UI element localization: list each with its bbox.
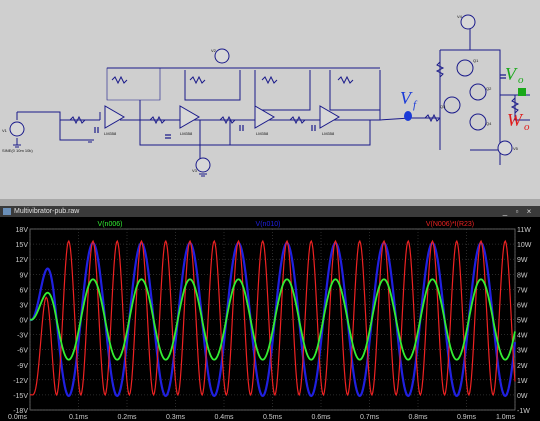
- pane-separator[interactable]: [0, 199, 540, 206]
- y-right-tick-label: 3W: [517, 348, 528, 355]
- x-tick-label: 0.5ms: [263, 414, 283, 421]
- circuit-schematic: V1 V2 V3 V4 V5 LM358 LM358 LM358 LM358 Q…: [2, 14, 530, 177]
- label-v1: V1: [2, 128, 8, 133]
- label-u3: LM358: [256, 131, 269, 136]
- label-q1: Q1: [473, 58, 479, 63]
- y-right-tick-label: 11W: [517, 227, 531, 234]
- label-v4: V4: [457, 14, 463, 19]
- vo-annotation-sub: o: [518, 74, 524, 86]
- vf-annotation-sub: f: [413, 99, 418, 111]
- x-tick-label: 0.6ms: [311, 414, 331, 421]
- y-left-tick-label: 0V: [19, 318, 28, 325]
- trace-legend: V(n006) V(n010) V(N006)*I(R23): [98, 221, 475, 228]
- label-q4: Q4: [486, 121, 492, 126]
- source-v1: [9, 121, 25, 137]
- label-v2: V2: [211, 48, 217, 53]
- source-v3: [195, 157, 211, 173]
- x-tick-label: 0.1ms: [69, 414, 89, 421]
- y-left-tick-label: 12V: [16, 257, 29, 264]
- x-tick-label: 1.0ms: [496, 414, 516, 421]
- y-right-tick-label: 9W: [517, 257, 528, 264]
- y-left-tick-label: 3V: [19, 302, 28, 309]
- wo-annotation: W: [507, 110, 524, 130]
- y-right-tick-label: 4W: [517, 333, 528, 340]
- y-right-tick-label: 5W: [517, 318, 528, 325]
- opamp-u3: [254, 105, 275, 129]
- x-tick-label: 0.4ms: [214, 414, 234, 421]
- x-tick-label: 0.9ms: [457, 414, 477, 421]
- opamp-u2: [179, 105, 200, 129]
- source-v4: [460, 14, 476, 30]
- source-v2: [214, 48, 230, 64]
- label-q2: Q2: [486, 86, 492, 91]
- y-left-tick-label: -6V: [17, 348, 28, 355]
- y-left-tick-label: -12V: [13, 378, 28, 385]
- label-u4: LM358: [322, 131, 335, 136]
- label-source: SINE(0 10m 10k): [2, 148, 33, 153]
- y-right-tick-label: 0W: [517, 393, 528, 400]
- y-left-tick-label: 15V: [16, 242, 29, 249]
- source-v5: [497, 140, 513, 156]
- vf-annotation: V: [400, 88, 413, 108]
- y-right-tick-label: 6W: [517, 302, 528, 309]
- minimize-button[interactable]: _: [500, 207, 510, 216]
- trace-power: [29, 239, 516, 397]
- x-tick-label: 0.2ms: [117, 414, 137, 421]
- y-right-tick-label: 10W: [517, 242, 532, 249]
- y-right-tick-label: 1W: [517, 378, 528, 385]
- y-right-tick-label: 2W: [517, 363, 528, 370]
- y-right-tick-label: 8W: [517, 272, 528, 279]
- y-left-tick-label: 9V: [19, 272, 28, 279]
- x-tick-label: 0.7ms: [360, 414, 380, 421]
- label-v5: V5: [513, 146, 519, 151]
- y-axis-left-ticks: 18V15V12V9V6V3V0V-3V-6V-9V-12V-15V-18V: [13, 227, 28, 415]
- traces: [29, 239, 517, 398]
- schematic-view[interactable]: V1 V2 V3 V4 V5 LM358 LM358 LM358 LM358 Q…: [0, 0, 540, 199]
- y-left-tick-label: 6V: [19, 287, 28, 294]
- waveform-plot[interactable]: 18V15V12V9V6V3V0V-3V-6V-9V-12V-15V-18V 1…: [0, 217, 540, 421]
- opamp-u1: [104, 105, 125, 129]
- y-left-tick-label: -15V: [13, 393, 28, 400]
- x-axis-ticks: 0.0ms 0.1ms 0.2ms 0.3ms 0.4ms 0.5ms 0.6ms 0.7ms…: [8, 414, 515, 421]
- y-right-tick-label: -1W: [517, 408, 530, 415]
- window-title: Multivibrator-pub.raw: [14, 208, 80, 215]
- close-button[interactable]: ×: [524, 207, 534, 216]
- vo-marker: [518, 88, 526, 96]
- waveform-icon: [3, 208, 11, 215]
- label-u2: LM358: [180, 131, 193, 136]
- vf-marker: [404, 111, 412, 121]
- label-q3: Q3: [440, 104, 446, 109]
- vo-annotation: V: [505, 64, 518, 84]
- y-left-tick-label: -3V: [17, 333, 28, 340]
- y-right-tick-label: 7W: [517, 287, 528, 294]
- wo-annotation-sub: o: [524, 121, 530, 133]
- label-v3: V3: [192, 168, 198, 173]
- legend-1[interactable]: V(n006): [98, 221, 123, 228]
- y-axis-right-ticks: 11W 10W 9W 8W 7W 6W 5W 4W 3W 2W 1W 0W -1W: [517, 227, 532, 415]
- restore-button[interactable]: ▫: [512, 207, 522, 216]
- x-tick-label: 0.0ms: [8, 414, 28, 421]
- waveform-window[interactable]: Multivibrator-pub.raw _ ▫ × 18V 15V 12V 9V 6…: [0, 206, 540, 421]
- waveform-titlebar[interactable]: Multivibrator-pub.raw _ ▫ ×: [0, 206, 540, 217]
- legend-3[interactable]: V(N006)*I(R23): [426, 221, 474, 228]
- y-left-tick-label: 18V: [16, 227, 29, 234]
- x-tick-label: 0.3ms: [166, 414, 186, 421]
- legend-2[interactable]: V(n010): [256, 221, 281, 228]
- y-left-tick-label: -9V: [17, 363, 28, 370]
- label-u1: LM358: [104, 131, 117, 136]
- x-tick-label: 0.8ms: [408, 414, 428, 421]
